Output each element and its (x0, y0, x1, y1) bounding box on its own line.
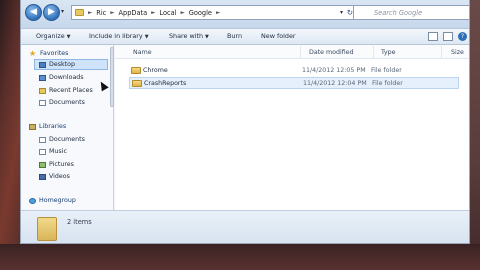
file-list: Name Date modified Type Size Chrome 11/4… (115, 45, 469, 210)
address-bar[interactable]: ► Ric ► AppData ► Local ► Google ► ▾ ↻ (71, 5, 356, 20)
nav-homegroup-label: Homegroup (39, 197, 76, 204)
desktop-background-bottom (0, 244, 480, 270)
music-icon (39, 148, 46, 155)
nav-item-label: Music (49, 148, 67, 155)
nav-libraries-label: Libraries (39, 123, 67, 130)
nav-item-label: Pictures (49, 161, 74, 168)
share-label: Share with (169, 32, 204, 40)
column-divider[interactable] (373, 46, 374, 58)
recent-pages-dropdown[interactable]: ▾ (61, 8, 64, 15)
column-size[interactable]: Size (451, 49, 464, 56)
nav-item-label: Desktop (49, 61, 75, 68)
chevron-down-icon: ▼ (205, 34, 209, 40)
breadcrumb-item[interactable]: Local (159, 9, 176, 17)
burn-button[interactable]: Burn (227, 32, 242, 40)
item-count: 2 items (67, 218, 92, 226)
column-header-row: Name Date modified Type Size (115, 45, 469, 59)
nav-item-documents[interactable]: Documents (39, 99, 85, 106)
column-divider[interactable] (441, 46, 442, 58)
title-bar: ◀ ▶ ▾ ► Ric ► AppData ► Local ► Google ►… (21, 0, 469, 28)
column-divider[interactable] (300, 46, 301, 58)
nav-item-downloads[interactable]: Downloads (39, 74, 84, 81)
breadcrumb: ► Ric ► AppData ► Local ► Google ► (88, 9, 220, 17)
new-folder-button[interactable]: New folder (261, 32, 296, 40)
nav-item-label: Videos (49, 173, 70, 180)
file-name: Chrome (143, 67, 168, 74)
help-icon[interactable]: ? (458, 32, 467, 41)
chevron-right-icon[interactable]: ► (216, 10, 220, 17)
libraries-icon (29, 123, 36, 130)
chevron-down-icon: ▼ (144, 34, 149, 40)
folder-icon (75, 9, 84, 16)
file-date: 11/4/2012 12:04 PM (303, 80, 367, 87)
search-input[interactable]: Search Google (353, 5, 469, 20)
recent-places-icon (39, 87, 46, 94)
search-placeholder: Search Google (374, 9, 423, 17)
folder-icon (37, 217, 57, 241)
breadcrumb-item[interactable]: AppData (119, 9, 148, 17)
nav-item-label: Documents (49, 99, 85, 106)
include-label: Include in library (89, 32, 143, 40)
chevron-right-icon[interactable]: ► (180, 10, 184, 17)
include-in-library-button[interactable]: Include in library ▼ (89, 32, 149, 40)
nav-libraries[interactable]: Libraries (29, 123, 66, 130)
folder-icon (132, 80, 142, 87)
nav-item-videos[interactable]: Videos (39, 173, 70, 180)
chevron-right-icon[interactable]: ► (110, 10, 114, 17)
nav-item-label: Recent Places (49, 87, 93, 94)
downloads-icon (39, 74, 46, 81)
star-icon: ★ (29, 48, 37, 58)
table-row[interactable]: Chrome 11/4/2012 12:05 PM File folder (129, 65, 459, 77)
view-controls: ? (428, 32, 467, 41)
nav-item-pictures[interactable]: Pictures (39, 161, 74, 168)
table-row[interactable]: CrashReports 11/4/2012 12:04 PM File fol… (129, 77, 459, 89)
details-pane: 2 items (21, 210, 469, 243)
nav-item-lib-documents[interactable]: Documents (39, 136, 85, 143)
file-date: 11/4/2012 12:05 PM (302, 67, 366, 74)
breadcrumb-item[interactable]: Ric (96, 9, 106, 17)
homegroup-icon (29, 197, 36, 204)
nav-item-label: Downloads (49, 74, 84, 81)
change-view-icon[interactable] (428, 32, 438, 41)
file-type: File folder (371, 67, 402, 74)
organize-label: Organize (36, 32, 65, 40)
nav-item-label: Documents (49, 136, 85, 143)
chevron-right-icon[interactable]: ► (88, 10, 92, 17)
forward-button[interactable]: ▶ (43, 4, 60, 21)
nav-scrollbar[interactable] (110, 47, 114, 107)
column-name[interactable]: Name (133, 49, 152, 56)
navigation-pane: ★ Favorites Desktop Downloads Recent Pla… (21, 45, 114, 210)
chevron-right-icon[interactable]: ► (151, 10, 155, 17)
nav-favorites[interactable]: ★ Favorites (29, 48, 69, 58)
command-bar: Organize ▼ Include in library ▼ Share with… (21, 28, 469, 45)
nav-favorites-label: Favorites (40, 50, 69, 57)
nav-item-music[interactable]: Music (39, 148, 67, 155)
file-type: File folder (372, 80, 403, 87)
folder-icon (131, 67, 141, 74)
column-date-modified[interactable]: Date modified (309, 49, 354, 56)
preview-pane-icon[interactable] (443, 32, 453, 41)
column-type[interactable]: Type (381, 49, 395, 56)
videos-icon (39, 173, 46, 180)
breadcrumb-item[interactable]: Google (189, 9, 212, 17)
documents-icon (39, 99, 46, 106)
nav-item-recent-places[interactable]: Recent Places (39, 87, 93, 94)
chevron-down-icon: ▼ (66, 34, 71, 40)
pictures-icon (39, 161, 46, 168)
share-with-button[interactable]: Share with ▼ (169, 32, 209, 40)
nav-homegroup[interactable]: Homegroup (29, 197, 76, 204)
organize-button[interactable]: Organize ▼ (36, 32, 71, 40)
nav-item-desktop[interactable]: Desktop (34, 59, 108, 70)
file-name: CrashReports (144, 80, 187, 87)
address-dropdown-icon[interactable]: ▾ (340, 9, 343, 16)
documents-icon (39, 136, 46, 143)
back-button[interactable]: ◀ (25, 4, 42, 21)
explorer-window: ◀ ▶ ▾ ► Ric ► AppData ► Local ► Google ►… (20, 0, 470, 244)
desktop-icon (39, 61, 46, 68)
